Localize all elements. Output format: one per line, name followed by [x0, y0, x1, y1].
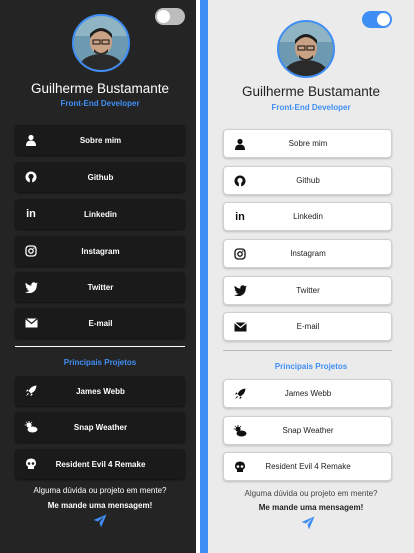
link-email[interactable]: E-mail	[223, 312, 392, 341]
twitter-icon	[24, 280, 38, 294]
profile-name: Guilherme Bustamante	[241, 84, 381, 99]
link-label: Sobre mim	[288, 139, 328, 148]
projects-heading: Principais Projetos	[274, 362, 348, 371]
contact-question: Alguma dúvida ou projeto em mente?	[33, 486, 167, 495]
github-icon	[233, 174, 247, 188]
profile-role: Front-End Developer	[60, 99, 140, 108]
link-linkedin[interactable]: in Linkedin	[15, 199, 185, 229]
user-icon	[24, 133, 38, 147]
project-james-webb[interactable]: James Webb	[223, 379, 392, 408]
mail-icon	[24, 316, 38, 330]
link-email[interactable]: E-mail	[15, 308, 185, 338]
project-label: Snap Weather	[282, 426, 334, 435]
linkedin-icon: in	[26, 208, 36, 220]
avatar	[277, 20, 335, 78]
accent-strip	[200, 0, 208, 553]
theme-toggle-off[interactable]	[155, 8, 185, 25]
skull-icon	[233, 460, 247, 474]
profile-name: Guilherme Bustamante	[30, 81, 170, 96]
toggle-knob	[157, 10, 170, 23]
project-snap-weather[interactable]: Snap Weather	[15, 412, 185, 442]
project-label: Resident Evil 4 Remake	[265, 462, 351, 471]
link-label: Github	[87, 172, 114, 182]
link-sobre-mim[interactable]: Sobre mim	[15, 125, 185, 155]
link-label: Linkedin	[293, 212, 323, 221]
link-label: Github	[296, 176, 320, 185]
link-sobre-mim[interactable]: Sobre mim	[223, 129, 392, 158]
link-instagram[interactable]: Instagram	[223, 239, 392, 268]
contact-question: Alguma dúvida ou projeto em mente?	[244, 489, 378, 498]
user-icon	[233, 137, 247, 151]
light-theme-panel: Guilherme Bustamante Front-End Developer…	[208, 0, 414, 553]
avatar	[72, 14, 130, 72]
link-label: Instagram	[290, 249, 326, 258]
project-label: Resident Evil 4 Remake	[55, 459, 146, 469]
link-twitter[interactable]: Twitter	[15, 272, 185, 302]
link-label: Twitter	[87, 282, 114, 292]
toggle-knob	[377, 13, 390, 26]
rocket-icon	[233, 387, 247, 401]
contact-cta[interactable]: Me mande uma mensagem!	[0, 501, 200, 510]
link-twitter[interactable]: Twitter	[223, 276, 392, 305]
link-label: E-mail	[296, 322, 320, 331]
instagram-icon	[24, 244, 38, 258]
github-icon	[24, 170, 38, 184]
contact-cta[interactable]: Me mande uma mensagem!	[208, 503, 414, 512]
project-label: James Webb	[76, 386, 125, 396]
project-label: Snap Weather	[73, 422, 128, 432]
instagram-icon	[233, 247, 247, 261]
link-linkedin[interactable]: in Linkedin	[223, 202, 392, 231]
weather-icon	[233, 424, 247, 438]
project-james-webb[interactable]: James Webb	[15, 376, 185, 406]
project-resident-evil[interactable]: Resident Evil 4 Remake	[15, 449, 185, 479]
project-label: James Webb	[284, 389, 332, 398]
project-snap-weather[interactable]: Snap Weather	[223, 416, 392, 445]
dark-theme-panel: Guilherme Bustamante Front-End Developer…	[0, 0, 200, 553]
linkedin-icon: in	[235, 210, 245, 223]
twitter-icon	[233, 284, 247, 298]
send-icon[interactable]	[93, 514, 107, 528]
theme-toggle-on[interactable]	[362, 11, 392, 28]
divider	[223, 350, 392, 351]
link-github[interactable]: Github	[15, 162, 185, 192]
link-label: Linkedin	[84, 209, 117, 219]
send-icon[interactable]	[301, 516, 315, 530]
profile-role: Front-End Developer	[271, 103, 351, 112]
link-instagram[interactable]: Instagram	[15, 236, 185, 266]
link-label: Instagram	[81, 246, 120, 256]
skull-icon	[24, 457, 38, 471]
link-label: E-mail	[88, 318, 113, 328]
project-resident-evil[interactable]: Resident Evil 4 Remake	[223, 452, 392, 481]
projects-heading: Principais Projetos	[63, 358, 137, 367]
link-label: Twitter	[296, 286, 320, 295]
weather-icon	[24, 420, 38, 434]
link-label: Sobre mim	[79, 135, 122, 145]
mail-icon	[233, 320, 247, 334]
link-github[interactable]: Github	[223, 166, 392, 195]
rocket-icon	[24, 384, 38, 398]
divider	[15, 346, 185, 347]
